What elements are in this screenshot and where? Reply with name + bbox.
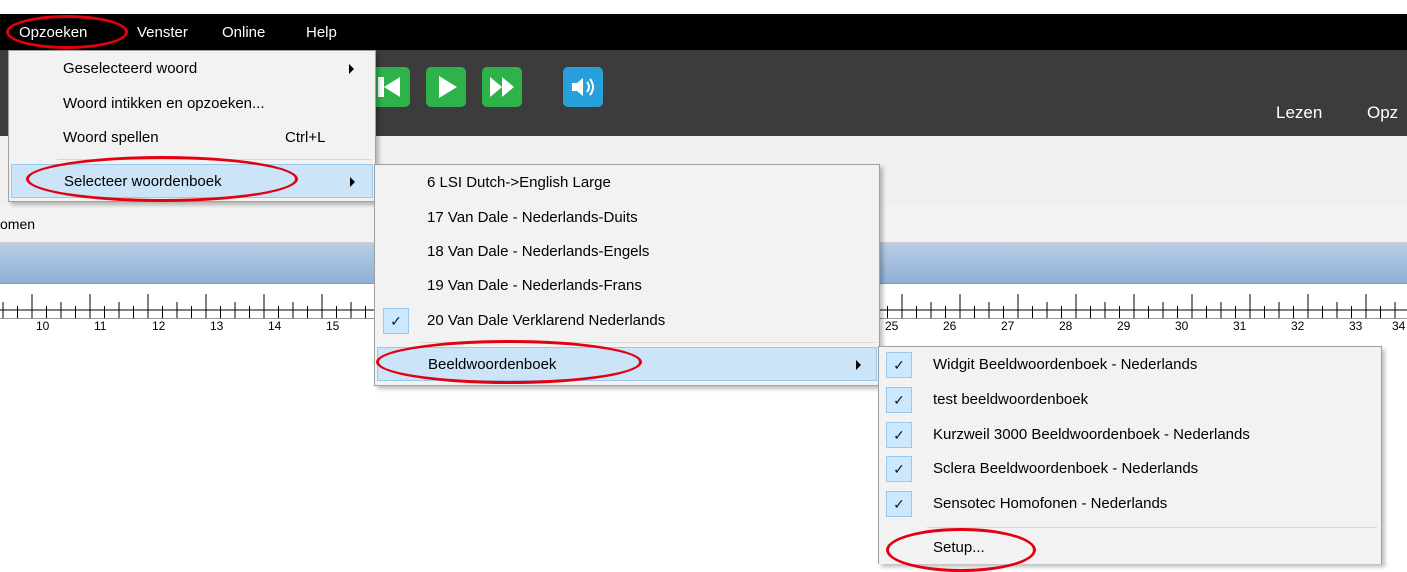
menu-item-label: Sclera Beeldwoordenboek - Nederlands <box>933 460 1199 477</box>
checkmark-icon: ✓ <box>383 308 409 334</box>
fast-forward-button[interactable] <box>482 67 522 107</box>
menu-item-label: test beeldwoordenboek <box>933 391 1089 408</box>
menu-separator <box>927 527 1377 528</box>
checkmark-icon: ✓ <box>886 491 912 517</box>
play-button[interactable] <box>426 67 466 107</box>
ruler-number: 30 <box>1175 319 1189 333</box>
ruler-number: 11 <box>94 319 107 333</box>
menu-item-label: 17 Van Dale - Nederlands-Duits <box>427 209 638 226</box>
menu-item-dictionary[interactable]: 6 LSI Dutch->English Large <box>375 166 877 200</box>
ruler-number: 26 <box>943 319 957 333</box>
menu-item-label: Kurzweil 3000 Beeldwoordenboek - Nederla… <box>933 426 1250 443</box>
ruler-number: 15 <box>326 319 340 333</box>
annotation-ring <box>886 528 1036 572</box>
menu-item-woord-intikken[interactable]: Woord intikken en opzoeken... <box>9 87 373 121</box>
submenu-arrow-icon <box>349 64 354 74</box>
opzoeken-tab[interactable]: Opz <box>1367 103 1398 123</box>
ruler-number: 34 <box>1392 319 1406 333</box>
menu-item-label: 19 Van Dale - Nederlands-Frans <box>427 277 642 294</box>
ruler-number: 32 <box>1291 319 1305 333</box>
menubar: Opzoeken Venster Online Help <box>0 14 1407 50</box>
fast-forward-icon <box>490 77 514 97</box>
ruler-number: 31 <box>1233 319 1247 333</box>
checkmark-icon: ✓ <box>886 456 912 482</box>
menu-item-label: 6 LSI Dutch->English Large <box>427 174 611 191</box>
skip-back-icon <box>378 77 400 97</box>
menu-item-dictionary[interactable]: 19 Van Dale - Nederlands-Frans <box>375 269 877 303</box>
speaker-icon <box>572 78 594 96</box>
ruler-number: 28 <box>1059 319 1073 333</box>
annotation-ring <box>6 15 128 49</box>
menu-item-picture-dictionary[interactable]: ✓ Kurzweil 3000 Beeldwoordenboek - Neder… <box>879 418 1379 452</box>
menu-item-picture-dictionary[interactable]: ✓ test beeldwoordenboek <box>879 383 1379 417</box>
menu-item-dictionary-checked[interactable]: ✓ 20 Van Dale Verklarend Nederlands <box>375 304 877 338</box>
ruler-number: 10 <box>36 319 50 333</box>
menu-item-woord-spellen[interactable]: Woord spellen Ctrl+L <box>9 121 373 155</box>
shortcut-label: Ctrl+L <box>285 129 326 146</box>
menu-item-dictionary[interactable]: 17 Van Dale - Nederlands-Duits <box>375 201 877 235</box>
menu-item-picture-dictionary[interactable]: ✓ Sclera Beeldwoordenboek - Nederlands <box>879 452 1379 486</box>
play-icon <box>439 76 457 98</box>
menu-item-label: Woord intikken en opzoeken... <box>63 95 265 112</box>
ruler-number: 14 <box>268 319 282 333</box>
ruler-number: 33 <box>1349 319 1363 333</box>
menu-venster[interactable]: Venster <box>137 24 188 41</box>
submenu-arrow-icon <box>350 177 355 187</box>
menu-item-label: Sensotec Homofonen - Nederlands <box>933 495 1168 512</box>
ruler-number: 25 <box>885 319 899 333</box>
menu-help[interactable]: Help <box>306 24 337 41</box>
menu-item-label: Widgit Beeldwoordenboek - Nederlands <box>933 356 1198 373</box>
menu-item-label: Geselecteerd woord <box>63 60 198 77</box>
ruler-number: 12 <box>152 319 166 333</box>
ruler-number: 29 <box>1117 319 1131 333</box>
menu-item-label: Woord spellen <box>63 129 159 146</box>
menu-item-label: 20 Van Dale Verklarend Nederlands <box>427 312 666 329</box>
previous-button[interactable] <box>370 67 410 107</box>
lezen-tab[interactable]: Lezen <box>1276 103 1322 123</box>
volume-button[interactable] <box>563 67 603 107</box>
checkmark-icon: ✓ <box>886 387 912 413</box>
submenu-arrow-icon <box>856 360 861 370</box>
annotation-ring <box>376 340 642 384</box>
checkmark-icon: ✓ <box>886 422 912 448</box>
document-tab-label[interactable]: omen <box>0 216 35 232</box>
ruler-number: 13 <box>210 319 224 333</box>
checkmark-icon: ✓ <box>886 352 912 378</box>
menu-item-dictionary[interactable]: 18 Van Dale - Nederlands-Engels <box>375 235 877 269</box>
annotation-ring <box>26 156 298 202</box>
menu-online[interactable]: Online <box>222 24 265 41</box>
ruler-number: 27 <box>1001 319 1015 333</box>
menu-item-label: 18 Van Dale - Nederlands-Engels <box>427 243 650 260</box>
menu-item-picture-dictionary[interactable]: ✓ Sensotec Homofonen - Nederlands <box>879 487 1379 521</box>
menu-item-geselecteerd-woord[interactable]: Geselecteerd woord <box>9 52 373 86</box>
menu-item-picture-dictionary[interactable]: ✓ Widgit Beeldwoordenboek - Nederlands <box>879 348 1379 382</box>
